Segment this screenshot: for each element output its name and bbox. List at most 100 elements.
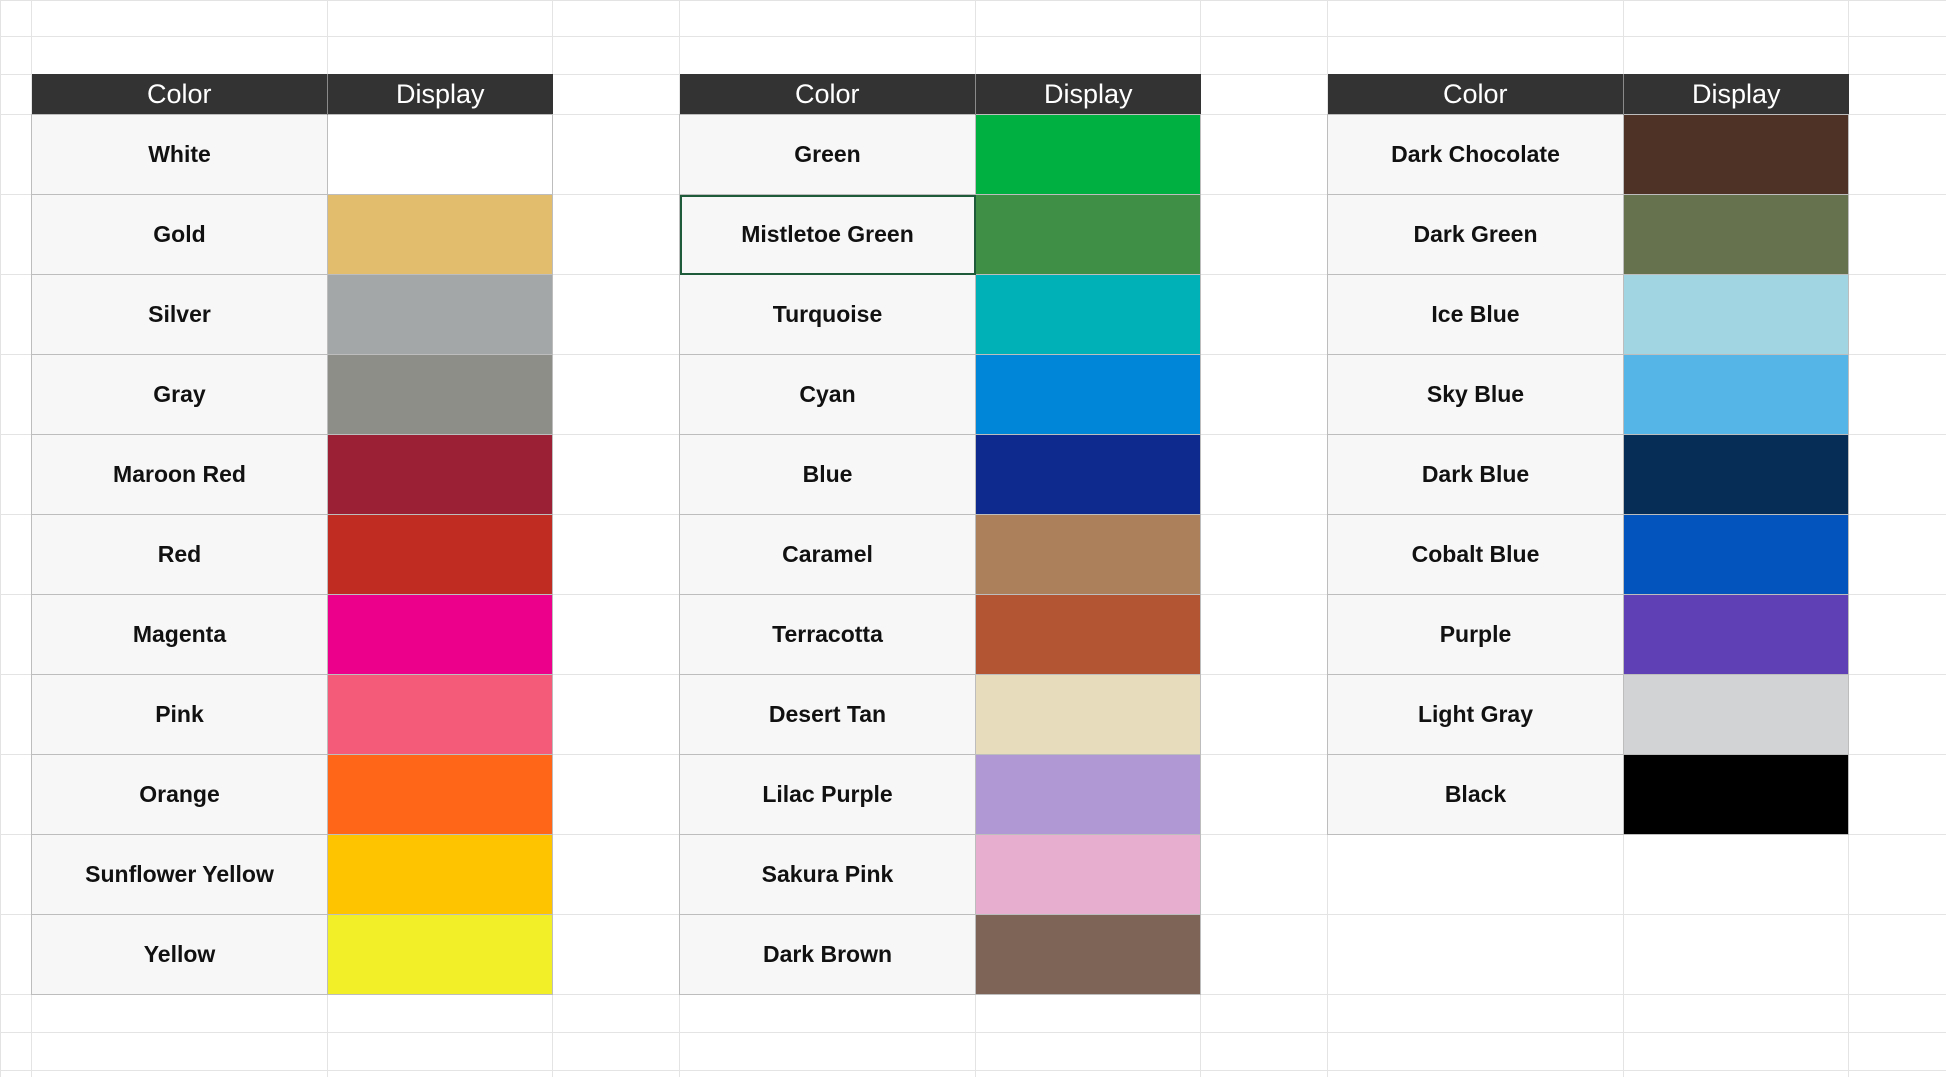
color-swatch-cell[interactable]: [1623, 274, 1849, 355]
color-name-cell[interactable]: Dark Blue: [1327, 434, 1624, 515]
table-row: Dark Brown: [679, 914, 1201, 995]
color-name-cell[interactable]: Dark Brown: [679, 914, 976, 995]
table-row: Red: [31, 514, 553, 595]
color-name-cell[interactable]: Dark Chocolate: [1327, 114, 1624, 195]
color-swatch-cell[interactable]: [327, 354, 553, 435]
header-row: Color Display: [679, 74, 1201, 115]
color-swatch-cell[interactable]: [975, 674, 1201, 755]
color-name-cell[interactable]: White: [31, 114, 328, 195]
color-swatch-cell[interactable]: [1623, 754, 1849, 835]
table-row: Magenta: [31, 594, 553, 675]
table-row: Sakura Pink: [679, 834, 1201, 915]
color-swatch-cell[interactable]: [975, 354, 1201, 435]
color-swatch-cell[interactable]: [327, 594, 553, 675]
color-name-cell[interactable]: Purple: [1327, 594, 1624, 675]
color-swatch-cell[interactable]: [327, 914, 553, 995]
color-swatch-cell[interactable]: [975, 274, 1201, 355]
color-name-cell[interactable]: Cyan: [679, 354, 976, 435]
table-row: Mistletoe Green: [679, 194, 1201, 275]
color-swatch-cell[interactable]: [327, 274, 553, 355]
color-name-cell[interactable]: Black: [1327, 754, 1624, 835]
color-swatch-cell[interactable]: [975, 114, 1201, 195]
color-swatch-cell[interactable]: [327, 434, 553, 515]
color-name-cell[interactable]: Pink: [31, 674, 328, 755]
color-swatch-cell[interactable]: [1623, 514, 1849, 595]
color-swatch-cell[interactable]: [1623, 354, 1849, 435]
color-table-2: Color Display Green Mistletoe Green Turquo…: [679, 74, 1201, 995]
color-name-cell[interactable]: Ice Blue: [1327, 274, 1624, 355]
color-name-cell[interactable]: Dark Green: [1327, 194, 1624, 275]
color-name-cell[interactable]: Sakura Pink: [679, 834, 976, 915]
table-row: Silver: [31, 274, 553, 355]
table-row: Dark Blue: [1327, 434, 1849, 515]
color-name-cell[interactable]: Blue: [679, 434, 976, 515]
color-swatch-cell[interactable]: [975, 834, 1201, 915]
color-name-cell[interactable]: Sunflower Yellow: [31, 834, 328, 915]
table-row: Desert Tan: [679, 674, 1201, 755]
color-swatch-cell[interactable]: [975, 194, 1201, 275]
color-swatch-cell[interactable]: [327, 114, 553, 195]
color-table-1: Color Display White Gold Silver Gray Maroon …: [31, 74, 553, 995]
color-swatch-cell[interactable]: [1623, 434, 1849, 515]
color-swatch-cell[interactable]: [1623, 194, 1849, 275]
table-row: Dark Green: [1327, 194, 1849, 275]
display-column-header[interactable]: Display: [327, 74, 553, 115]
table-row: Ice Blue: [1327, 274, 1849, 355]
color-swatch-cell[interactable]: [327, 674, 553, 755]
color-swatch-cell[interactable]: [1623, 594, 1849, 675]
color-name-cell[interactable]: Maroon Red: [31, 434, 328, 515]
color-name-cell[interactable]: Silver: [31, 274, 328, 355]
table-row: Gray: [31, 354, 553, 435]
table-row: Lilac Purple: [679, 754, 1201, 835]
table-row: White: [31, 114, 553, 195]
display-column-header[interactable]: Display: [1623, 74, 1849, 115]
color-swatch-cell[interactable]: [975, 514, 1201, 595]
header-row: Color Display: [31, 74, 553, 115]
color-name-cell[interactable]: Cobalt Blue: [1327, 514, 1624, 595]
color-column-header[interactable]: Color: [1327, 74, 1624, 115]
color-name-cell[interactable]: Orange: [31, 754, 328, 835]
table-row: Sky Blue: [1327, 354, 1849, 435]
table-row: Maroon Red: [31, 434, 553, 515]
color-name-cell[interactable]: Yellow: [31, 914, 328, 995]
table-row: Cobalt Blue: [1327, 514, 1849, 595]
color-swatch-cell[interactable]: [327, 754, 553, 835]
color-name-cell[interactable]: Terracotta: [679, 594, 976, 675]
color-name-cell[interactable]: Turquoise: [679, 274, 976, 355]
table-row: Black: [1327, 754, 1849, 835]
color-swatch-cell[interactable]: [975, 914, 1201, 995]
table-row: Dark Chocolate: [1327, 114, 1849, 195]
color-table-3: Color Display Dark Chocolate Dark Green Ic…: [1327, 74, 1849, 835]
table-row: Terracotta: [679, 594, 1201, 675]
table-row: Light Gray: [1327, 674, 1849, 755]
color-swatch-cell[interactable]: [975, 434, 1201, 515]
display-column-header[interactable]: Display: [975, 74, 1201, 115]
color-column-header[interactable]: Color: [679, 74, 976, 115]
table-row: Cyan: [679, 354, 1201, 435]
color-name-cell[interactable]: Magenta: [31, 594, 328, 675]
color-name-cell[interactable]: Caramel: [679, 514, 976, 595]
color-name-cell[interactable]: Light Gray: [1327, 674, 1624, 755]
color-name-cell[interactable]: Gold: [31, 194, 328, 275]
table-row: Purple: [1327, 594, 1849, 675]
color-name-cell[interactable]: Sky Blue: [1327, 354, 1624, 435]
table-row: Turquoise: [679, 274, 1201, 355]
color-name-cell[interactable]: Mistletoe Green: [679, 194, 976, 275]
color-swatch-cell[interactable]: [327, 514, 553, 595]
color-name-cell[interactable]: Lilac Purple: [679, 754, 976, 835]
color-swatch-cell[interactable]: [1623, 114, 1849, 195]
table-row: Green: [679, 114, 1201, 195]
color-name-cell[interactable]: Red: [31, 514, 328, 595]
header-row: Color Display: [1327, 74, 1849, 115]
color-swatch-cell[interactable]: [975, 594, 1201, 675]
table-row: Sunflower Yellow: [31, 834, 553, 915]
color-swatch-cell[interactable]: [1623, 674, 1849, 755]
color-swatch-cell[interactable]: [327, 834, 553, 915]
color-name-cell[interactable]: Desert Tan: [679, 674, 976, 755]
color-swatch-cell[interactable]: [975, 754, 1201, 835]
table-row: Yellow: [31, 914, 553, 995]
color-column-header[interactable]: Color: [31, 74, 328, 115]
color-name-cell[interactable]: Gray: [31, 354, 328, 435]
color-swatch-cell[interactable]: [327, 194, 553, 275]
color-name-cell[interactable]: Green: [679, 114, 976, 195]
